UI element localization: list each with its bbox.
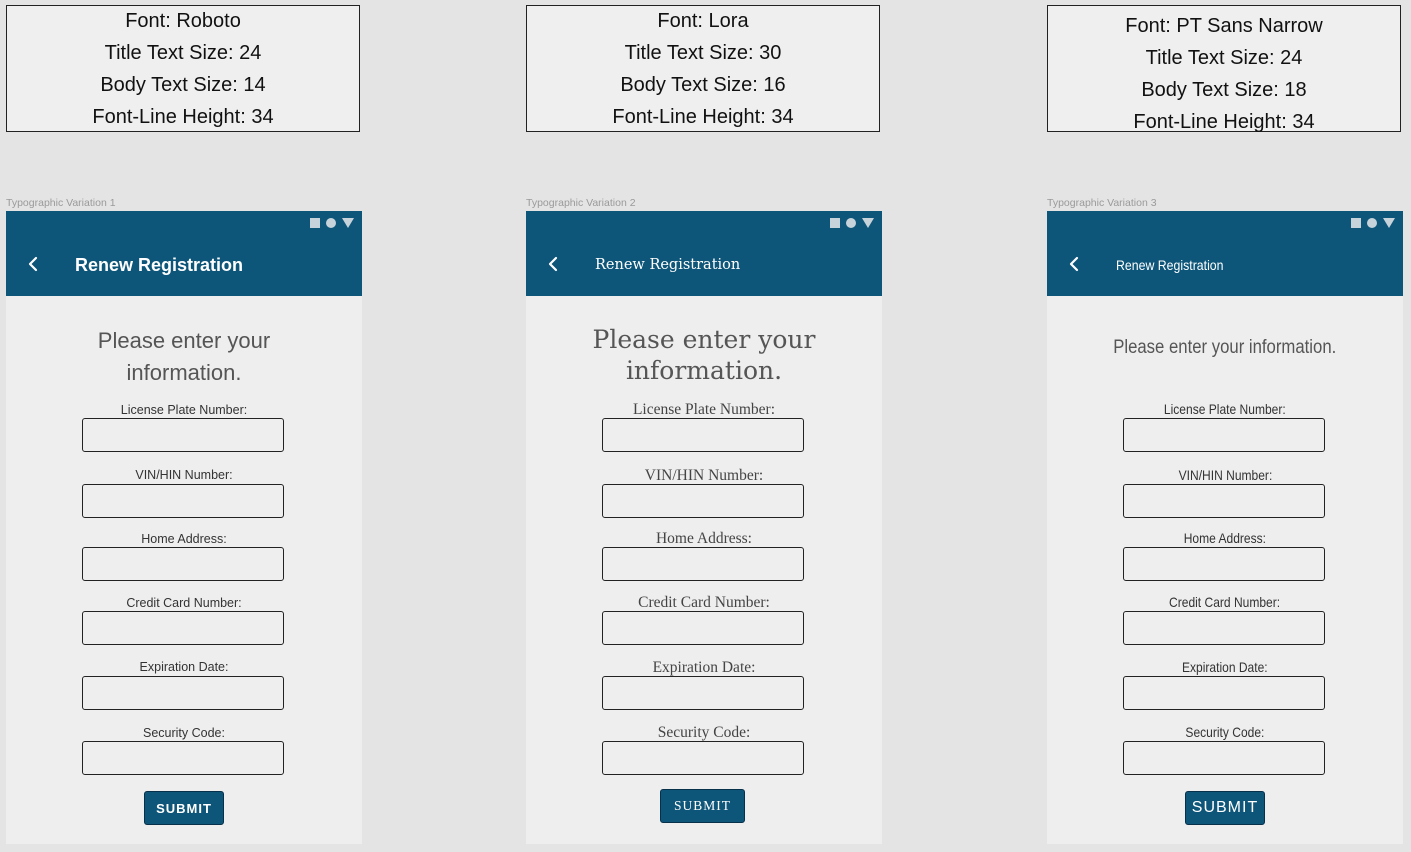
home-address-label: Home Address: xyxy=(1047,530,1403,546)
credit-card-input[interactable] xyxy=(602,611,804,645)
triangle-icon xyxy=(862,218,874,228)
vin-hin-input[interactable] xyxy=(602,484,804,518)
vin-hin-label-text: VIN/HIN Number: xyxy=(1178,467,1272,483)
spec-font: Font: Roboto xyxy=(125,10,241,32)
credit-card-label-text: Credit Card Number: xyxy=(1169,594,1281,610)
credit-card-input[interactable] xyxy=(82,611,284,645)
home-address-input[interactable] xyxy=(82,547,284,581)
security-code-label: Security Code: xyxy=(657,724,751,741)
submit-button[interactable]: SUBMIT xyxy=(660,789,745,823)
home-address-label: Home Address: xyxy=(655,530,752,547)
submit-button[interactable]: SUBMIT xyxy=(144,791,224,825)
spec-line-height: Font-Line Height: 34 xyxy=(92,106,274,128)
page-heading: Please enter your information. xyxy=(97,328,271,385)
app-bar-title: Renew Registration xyxy=(595,257,741,273)
security-code-label: Security Code: xyxy=(143,726,225,740)
credit-card-label: Credit Card Number: xyxy=(638,594,770,611)
page-heading: Please enter your information. xyxy=(1067,335,1383,361)
spec-title-size: Title Text Size: 30 xyxy=(624,42,782,64)
square-icon xyxy=(830,218,840,228)
security-code-input[interactable] xyxy=(1123,741,1325,775)
spec-box: Font: Lora Title Text Size: 30 Body Text… xyxy=(526,5,880,132)
expiration-date-label: Expiration Date: xyxy=(1047,659,1403,675)
license-plate-label: License Plate Number: xyxy=(120,403,248,417)
home-address-input[interactable] xyxy=(1123,547,1325,581)
back-button[interactable] xyxy=(1065,253,1085,275)
home-address-label: Home Address: xyxy=(141,532,227,546)
credit-card-label: Credit Card Number: xyxy=(1047,594,1403,610)
vin-hin-label: VIN/HIN Number: xyxy=(135,468,233,482)
spec-body-size: Body Text Size: 18 xyxy=(1141,79,1307,101)
phone-screen: Renew Registration Please enter your inf… xyxy=(6,211,362,844)
license-plate-label-text: License Plate Number: xyxy=(1164,401,1286,417)
credit-card-label: Credit Card Number: xyxy=(126,596,242,610)
expiration-date-label: Expiration Date: xyxy=(652,659,756,676)
app-bar-title: Renew Registration xyxy=(75,255,244,275)
spec-line-height: Font-Line Height: 34 xyxy=(612,106,794,128)
expiration-date-label-text: Expiration Date: xyxy=(1182,659,1268,675)
chevron-left-icon xyxy=(1069,256,1079,272)
chevron-left-icon xyxy=(548,256,558,272)
chevron-left-icon xyxy=(28,256,38,272)
circle-icon xyxy=(846,218,856,228)
square-icon xyxy=(310,218,320,228)
back-button[interactable] xyxy=(24,253,44,275)
phone-screen: Renew Registration Please enter your inf… xyxy=(526,211,882,844)
expiration-date-input[interactable] xyxy=(82,676,284,710)
expiration-date-input[interactable] xyxy=(602,676,804,710)
spec-title-size: Title Text Size: 24 xyxy=(104,42,262,64)
frame-label: Typographic Variation 1 xyxy=(6,197,116,209)
status-bar xyxy=(830,217,874,229)
security-code-label-text: Security Code: xyxy=(1185,724,1265,740)
circle-icon xyxy=(1367,218,1377,228)
spec-body-size: Body Text Size: 14 xyxy=(100,74,266,96)
spec-title-size: Title Text Size: 24 xyxy=(1145,47,1303,69)
circle-icon xyxy=(326,218,336,228)
license-plate-input[interactable] xyxy=(82,418,284,452)
frame-label: Typographic Variation 2 xyxy=(526,197,636,209)
status-bar xyxy=(1351,217,1395,229)
license-plate-label: License Plate Number: xyxy=(1047,401,1403,417)
security-code-label: Security Code: xyxy=(1047,724,1403,740)
license-plate-input[interactable] xyxy=(1123,418,1325,452)
page-heading-text: Please enter your information. xyxy=(1113,337,1337,358)
expiration-date-label: Expiration Date: xyxy=(139,660,229,674)
spec-body-size: Body Text Size: 16 xyxy=(620,74,786,96)
spec-line-height: Font-Line Height: 34 xyxy=(1133,111,1315,133)
status-bar xyxy=(310,217,354,229)
home-address-input[interactable] xyxy=(602,547,804,581)
vin-hin-label: VIN/HIN Number: xyxy=(644,467,764,484)
app-bar-title: Renew Registration xyxy=(1116,257,1224,273)
license-plate-label: License Plate Number: xyxy=(632,401,776,418)
vin-hin-input[interactable] xyxy=(82,484,284,518)
triangle-icon xyxy=(1383,218,1395,228)
app-bar: Renew Registration xyxy=(6,211,362,296)
vin-hin-label: VIN/HIN Number: xyxy=(1047,467,1403,483)
spec-font: Font: PT Sans Narrow xyxy=(1125,15,1323,37)
spec-box: Font: Roboto Title Text Size: 24 Body Te… xyxy=(6,5,360,132)
phone-screen: Renew Registration Please enter your inf… xyxy=(1047,211,1403,844)
page-heading: Please enter your information. xyxy=(592,325,816,385)
security-code-input[interactable] xyxy=(602,741,804,775)
frame-label: Typographic Variation 3 xyxy=(1047,197,1157,209)
license-plate-input[interactable] xyxy=(602,418,804,452)
home-address-label-text: Home Address: xyxy=(1183,530,1267,546)
spec-box: Font: PT Sans Narrow Title Text Size: 24… xyxy=(1047,5,1401,133)
app-bar: Renew Registration xyxy=(1047,211,1403,296)
submit-button[interactable]: SUBMIT xyxy=(1185,791,1265,825)
spec-font: Font: Lora xyxy=(657,10,749,32)
expiration-date-input[interactable] xyxy=(1123,676,1325,710)
square-icon xyxy=(1351,218,1361,228)
app-bar: Renew Registration xyxy=(526,211,882,296)
vin-hin-input[interactable] xyxy=(1123,484,1325,518)
back-button[interactable] xyxy=(544,253,564,275)
credit-card-input[interactable] xyxy=(1123,611,1325,645)
security-code-input[interactable] xyxy=(82,741,284,775)
triangle-icon xyxy=(342,218,354,228)
